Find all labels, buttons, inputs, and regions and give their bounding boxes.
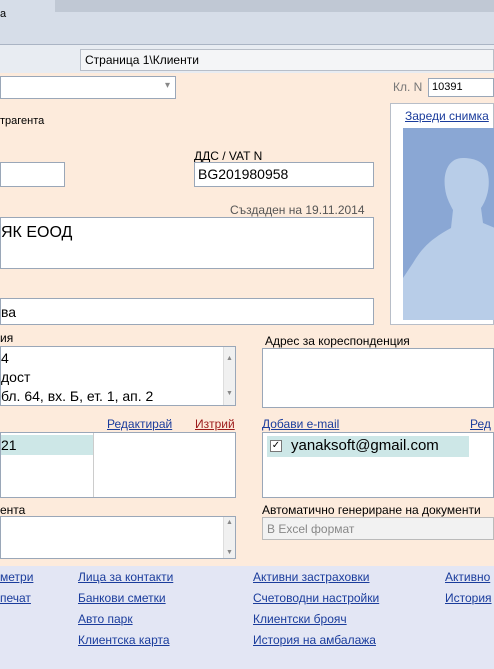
emails-list: ✓ yanaksoft@gmail.com — [262, 432, 494, 498]
link-parameters[interactable]: метри — [0, 570, 33, 584]
field-left[interactable] — [0, 162, 65, 187]
correspondence-label: Адрес за кореспонденция — [265, 334, 410, 348]
correspondence-field[interactable] — [262, 348, 494, 408]
notes-field[interactable]: ▲ ▼ — [0, 516, 236, 559]
contractor-type-label: трагента — [0, 115, 45, 127]
link-car-park[interactable]: Авто парк — [78, 612, 133, 626]
address-line: дост — [1, 369, 31, 385]
breadcrumb: Страница 1\Клиенти — [80, 49, 494, 71]
avatar — [403, 128, 494, 320]
created-date: Създаден на 19.11.2014 — [230, 203, 365, 217]
link-accounting-settings[interactable]: Счетоводни настройки — [253, 591, 379, 605]
auto-docs-select[interactable]: В Excel формат — [262, 517, 494, 540]
add-email-link[interactable]: Добави e-mail — [262, 417, 339, 431]
client-number-label: Кл. N — [393, 80, 423, 94]
bottom-links-panel — [0, 566, 494, 669]
tab-strip — [55, 0, 494, 12]
link-contacts[interactable]: Лица за контакти — [78, 570, 173, 584]
email-address: yanaksoft@gmail.com — [291, 437, 439, 454]
link-active-insurance[interactable]: Активни застраховки — [253, 570, 370, 584]
client-type-select[interactable]: ▾ — [0, 76, 176, 99]
link-history[interactable]: История — [445, 591, 492, 605]
link-client-counter[interactable]: Клиентски брояч — [253, 612, 347, 626]
field-partial[interactable]: ва — [0, 298, 374, 325]
link-bank-accounts[interactable]: Банкови сметки — [78, 591, 166, 605]
list-item[interactable]: ✓ yanaksoft@gmail.com — [267, 436, 469, 457]
column-divider — [93, 433, 94, 497]
checkbox-checked[interactable]: ✓ — [270, 440, 282, 452]
address-field[interactable]: 4 дост бл. 64, вх. Б, ет. 1, ап. 2 ▲ ▼ — [0, 346, 236, 406]
load-photo-link[interactable]: Зареди снимка — [405, 109, 489, 123]
list-item[interactable]: 21 — [1, 435, 93, 455]
window-title: а — [0, 8, 7, 20]
scrollbar[interactable]: ▲ ▼ — [223, 517, 235, 558]
photo-panel: Зареди снимка — [390, 103, 494, 325]
edit-phone-link[interactable]: Редактирай — [107, 417, 172, 431]
auto-docs-label: Автоматично генериране на документи — [262, 503, 481, 517]
link-client-card[interactable]: Клиентска карта — [78, 633, 170, 647]
address-line: 4 — [1, 350, 9, 366]
address-label: ия — [0, 331, 14, 345]
delete-phone-link[interactable]: Изтрий — [195, 417, 235, 431]
client-name-field[interactable]: ЯК ЕООД — [0, 217, 374, 269]
scroll-up-icon[interactable]: ▲ — [226, 519, 233, 526]
person-silhouette-icon — [403, 158, 494, 320]
phones-list: 21 — [0, 432, 236, 498]
scrollbar[interactable]: ▲ ▼ — [223, 347, 235, 405]
scroll-up-icon[interactable]: ▲ — [226, 349, 233, 368]
address-line: бл. 64, вх. Б, ет. 1, ап. 2 — [1, 388, 154, 404]
link-active[interactable]: Активно — [445, 570, 490, 584]
notes-label: ента — [0, 503, 26, 517]
vat-field[interactable]: BG201980958 — [194, 162, 374, 187]
vat-label: ДДС / VAT N — [194, 149, 263, 163]
link-packaging-history[interactable]: История на амбалажа — [253, 633, 376, 647]
edit-email-link[interactable]: Ред — [470, 417, 491, 431]
client-number-field[interactable]: 10391 — [428, 78, 494, 97]
scroll-down-icon[interactable]: ▼ — [226, 384, 233, 403]
chevron-down-icon: ▾ — [164, 80, 170, 91]
link-print[interactable]: печат — [0, 591, 31, 605]
scroll-down-icon[interactable]: ▼ — [226, 549, 233, 556]
window-titlebar: а — [0, 0, 494, 45]
